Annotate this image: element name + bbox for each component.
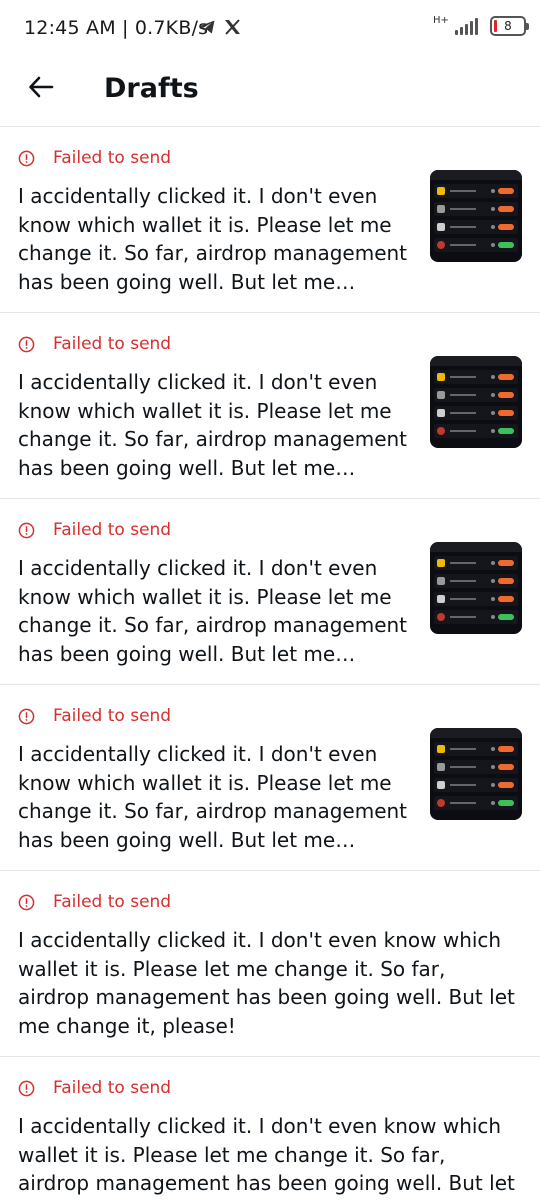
drafts-list: Failed to send I accidentally clicked it… — [0, 127, 540, 1200]
status-indicators: H+ 8 — [433, 15, 529, 36]
error-label: Failed to send — [53, 148, 172, 168]
error-row: Failed to send — [18, 147, 171, 169]
error-icon — [18, 1080, 35, 1097]
draft-text: I accidentally clicked it. I don't even … — [18, 370, 408, 480]
draft-item[interactable]: Failed to send I accidentally clicked it… — [0, 1057, 540, 1200]
draft-thumbnail[interactable] — [430, 170, 522, 262]
draft-text: I accidentally clicked it. I don't even … — [18, 928, 515, 1038]
battery-level: 8 — [504, 19, 512, 33]
status-time-speed: 12:45 AM | 0.7KB/s — [24, 17, 209, 39]
signal-icon — [455, 17, 478, 35]
draft-text: I accidentally clicked it. I don't even … — [18, 742, 408, 852]
telegram-icon — [198, 19, 216, 39]
draft-text: I accidentally clicked it. I don't even … — [18, 184, 408, 294]
draft-item[interactable]: Failed to send I accidentally clicked it… — [0, 127, 540, 313]
error-row: Failed to send — [18, 705, 171, 727]
draft-item[interactable]: Failed to send I accidentally clicked it… — [0, 313, 540, 499]
error-label: Failed to send — [53, 334, 172, 354]
x-logo-icon — [224, 19, 241, 39]
error-row: Failed to send — [18, 333, 171, 355]
draft-text: I accidentally clicked it. I don't even … — [18, 556, 408, 666]
error-icon — [18, 894, 35, 911]
draft-item[interactable]: Failed to send I accidentally clicked it… — [0, 685, 540, 871]
status-bar: 12:45 AM | 0.7KB/s H+ 8 — [0, 0, 540, 60]
draft-item[interactable]: Failed to send I accidentally clicked it… — [0, 499, 540, 685]
error-label: Failed to send — [53, 1078, 172, 1098]
page-title: Drafts — [104, 73, 199, 104]
header: Drafts — [0, 60, 540, 127]
error-label: Failed to send — [53, 892, 172, 912]
battery-icon: 8 — [490, 16, 529, 36]
arrow-left-icon — [28, 75, 54, 103]
error-icon — [18, 522, 35, 539]
error-row: Failed to send — [18, 1077, 171, 1099]
error-icon — [18, 336, 35, 353]
error-row: Failed to send — [18, 519, 171, 541]
error-icon — [18, 708, 35, 725]
draft-thumbnail[interactable] — [430, 542, 522, 634]
draft-text: I accidentally clicked it. I don't even … — [18, 1114, 515, 1200]
error-icon — [18, 150, 35, 167]
error-label: Failed to send — [53, 706, 172, 726]
error-label: Failed to send — [53, 520, 172, 540]
draft-item[interactable]: Failed to send I accidentally clicked it… — [0, 871, 540, 1057]
network-type: H+ — [433, 15, 449, 26]
draft-thumbnail[interactable] — [430, 356, 522, 448]
error-row: Failed to send — [18, 891, 171, 913]
draft-thumbnail[interactable] — [430, 728, 522, 820]
back-button[interactable] — [24, 72, 58, 106]
